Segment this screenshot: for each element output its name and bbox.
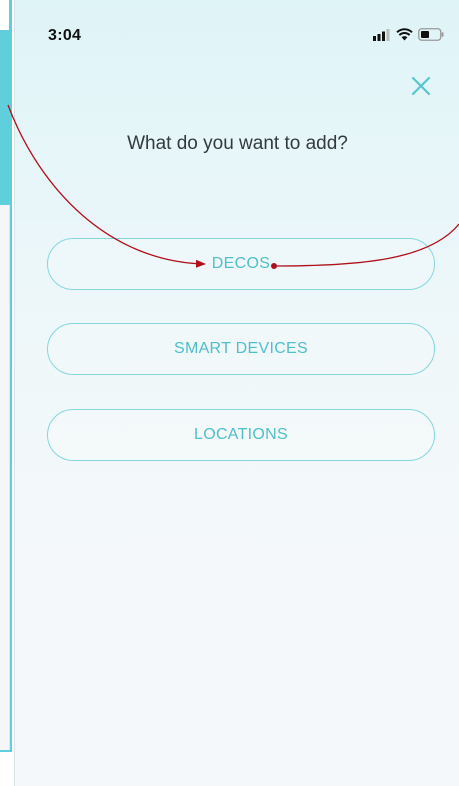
locations-button[interactable]: LOCATIONS	[47, 409, 435, 461]
background-panel	[0, 205, 10, 750]
status-bar: 3:04	[15, 0, 459, 58]
wifi-icon	[396, 28, 413, 46]
battery-icon	[418, 28, 444, 46]
add-sheet: 3:04 What do you want to add? DECOS SMAR…	[14, 0, 459, 786]
close-icon[interactable]	[409, 74, 433, 98]
background-screen-edge	[0, 0, 14, 786]
dialog-title: What do you want to add?	[127, 133, 348, 154]
close-button[interactable]	[409, 74, 433, 98]
background-top-edge	[0, 0, 9, 30]
smart-devices-button[interactable]: SMART DEVICES	[47, 323, 435, 375]
screen: 3:04 What do you want to add? DECOS SMAR…	[0, 0, 459, 786]
status-time: 3:04	[48, 27, 82, 44]
decos-button[interactable]: DECOS	[47, 238, 435, 290]
signal-icon	[373, 28, 391, 46]
status-icons	[373, 28, 444, 46]
